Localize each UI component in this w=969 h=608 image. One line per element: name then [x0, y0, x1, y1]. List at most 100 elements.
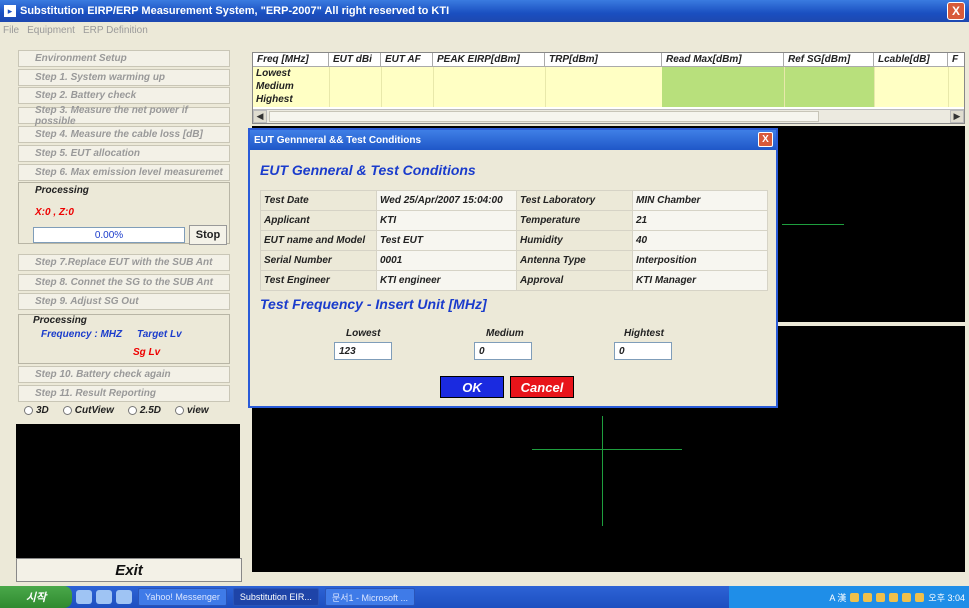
step-11-button[interactable]: Step 11. Result Reporting	[18, 385, 230, 402]
step-5-button[interactable]: Step 5. EUT allocation	[18, 145, 230, 162]
humidity-label: Humidity	[516, 230, 633, 251]
xz-readout: X:0 , Z:0	[35, 207, 74, 218]
lowest-label: Lowest	[346, 328, 381, 339]
axis-line	[532, 449, 682, 450]
test-date-label: Test Date	[260, 190, 377, 211]
left-panel: Environment Setup Step 1. System warming…	[0, 38, 248, 584]
step-4-button[interactable]: Step 4. Measure the cable loss [dB]	[18, 126, 230, 143]
tray-icon[interactable]	[902, 592, 912, 602]
grid-line	[784, 67, 785, 107]
radio-dot	[175, 406, 184, 415]
table-row: Test Date Wed 25/Apr/2007 15:04:00 Test …	[260, 190, 768, 211]
step-8-button[interactable]: Step 8. Connet the SG to the SUB Ant	[18, 274, 230, 291]
antenna-type-value[interactable]: Interposition	[632, 250, 768, 271]
col-trp: TRP[dBm]	[545, 53, 662, 67]
read-max-highlight	[662, 67, 874, 107]
dialog-heading: EUT Genneral & Test Conditions	[260, 162, 476, 178]
cancel-button[interactable]: Cancel	[510, 376, 574, 398]
approval-value[interactable]: KTI Manager	[632, 270, 768, 291]
start-button[interactable]: 시작	[0, 586, 72, 608]
quicklaunch-icon[interactable]	[76, 590, 92, 604]
app-icon: ▸	[4, 5, 16, 17]
serial-number-value[interactable]: 0001	[376, 250, 517, 271]
step-10-button[interactable]: Step 10. Battery check again	[18, 366, 230, 383]
table-row: EUT name and Model Test EUT Humidity 40	[260, 230, 768, 251]
tray-icon[interactable]	[889, 592, 899, 602]
close-button[interactable]: X	[947, 2, 965, 20]
scroll-thumb[interactable]	[269, 111, 819, 122]
radio-2-5d[interactable]: 2.5D	[127, 405, 161, 416]
task-substitution[interactable]: Substitution EIR...	[232, 588, 319, 606]
results-grid: Freq [MHz] EUT dBi EUT AF PEAK EIRP[dBm]…	[252, 52, 965, 124]
grid-line	[874, 67, 875, 107]
dialog-title: EUT Gennneral && Test Conditions	[254, 134, 422, 146]
menu-file[interactable]: File	[3, 25, 19, 36]
medium-label: Medium	[486, 328, 524, 339]
step-9-button[interactable]: Step 9. Adjust SG Out	[18, 293, 230, 310]
exit-button[interactable]: Exit	[16, 558, 242, 582]
target-level-label: Target Lv	[137, 329, 182, 340]
medium-input[interactable]: 0	[474, 342, 532, 360]
tray-icon[interactable]	[876, 592, 886, 602]
conditions-table: Test Date Wed 25/Apr/2007 15:04:00 Test …	[260, 190, 768, 291]
step-7-button[interactable]: Step 7.Replace EUT with the SUB Ant	[18, 254, 230, 271]
highest-label: Hightest	[624, 328, 664, 339]
applicant-value[interactable]: KTI	[376, 210, 517, 231]
radio-view[interactable]: view	[175, 405, 209, 416]
humidity-value[interactable]: 40	[632, 230, 768, 251]
highest-input[interactable]: 0	[614, 342, 672, 360]
lowest-input[interactable]: 123	[334, 342, 392, 360]
col-eut-dbi: EUT dBi	[329, 53, 381, 67]
view-radio-group: 3D CutView 2.5D view	[24, 405, 209, 416]
tray-icon[interactable]	[863, 592, 873, 602]
test-engineer-value[interactable]: KTI engineer	[376, 270, 517, 291]
eut-conditions-dialog: EUT Gennneral && Test Conditions X EUT G…	[248, 128, 778, 408]
tray-icon[interactable]	[850, 592, 860, 602]
antenna-type-label: Antenna Type	[516, 250, 633, 271]
task-word[interactable]: 문서1 - Microsoft ...	[324, 588, 416, 606]
applicant-label: Applicant	[260, 210, 377, 231]
step-3-button[interactable]: Step 3. Measure the net power if possibl…	[18, 105, 230, 127]
grid-line	[381, 67, 382, 107]
dialog-title-bar: EUT Gennneral && Test Conditions X	[250, 130, 776, 150]
scroll-left-icon[interactable]: ◀	[253, 110, 267, 123]
table-row: Serial Number 0001 Antenna Type Interpos…	[260, 250, 768, 271]
radio-cutview[interactable]: CutView	[62, 405, 114, 416]
radio-label: 2.5D	[139, 405, 161, 416]
test-laboratory-value[interactable]: MIN Chamber	[632, 190, 768, 211]
task-yahoo-messenger[interactable]: Yahoo! Messenger	[138, 588, 227, 606]
col-f: F	[948, 53, 964, 67]
menu-erp-definition[interactable]: ERP Definition	[83, 25, 148, 36]
temperature-value[interactable]: 21	[632, 210, 768, 231]
eut-name-label: EUT name and Model	[260, 230, 377, 251]
menu-equipment[interactable]: Equipment	[27, 25, 75, 36]
test-date-value[interactable]: Wed 25/Apr/2007 15:04:00	[376, 190, 517, 211]
radio-label: view	[187, 405, 209, 416]
ime-indicator[interactable]: A 漢	[829, 591, 846, 604]
ok-button[interactable]: OK	[440, 376, 504, 398]
test-engineer-label: Test Engineer	[260, 270, 377, 291]
scroll-right-icon[interactable]: ▶	[950, 110, 964, 123]
quicklaunch-icon[interactable]	[116, 590, 132, 604]
clock: 오후 3:04	[928, 592, 965, 603]
serial-number-label: Serial Number	[260, 250, 377, 271]
step-6-button[interactable]: Step 6. Max emission level measuremet	[18, 164, 230, 181]
axis-line	[602, 416, 603, 526]
test-laboratory-label: Test Laboratory	[516, 190, 633, 211]
step-1-button[interactable]: Step 1. System warming up	[18, 69, 230, 86]
dialog-close-button[interactable]: X	[758, 132, 773, 147]
quicklaunch-icon[interactable]	[96, 590, 112, 604]
grid-horizontal-scrollbar[interactable]: ◀ ▶	[253, 109, 964, 123]
row-medium: Medium	[256, 81, 294, 92]
taskbar: 시작 Yahoo! Messenger Substitution EIR... …	[0, 586, 969, 608]
tray-icon[interactable]	[915, 592, 925, 602]
radio-label: 3D	[36, 405, 49, 416]
col-ref-sg: Ref SG[dBm]	[784, 53, 874, 67]
step-2-button[interactable]: Step 2. Battery check	[18, 87, 230, 104]
processing-panel-2: Processing Frequency : MHZ Target Lv Sg …	[18, 314, 230, 364]
eut-name-value[interactable]: Test EUT	[376, 230, 517, 251]
stop-button[interactable]: Stop	[189, 225, 227, 245]
system-tray: A 漢 오후 3:04	[729, 586, 969, 608]
environment-setup-button[interactable]: Environment Setup	[18, 50, 230, 67]
radio-3d[interactable]: 3D	[24, 405, 49, 416]
